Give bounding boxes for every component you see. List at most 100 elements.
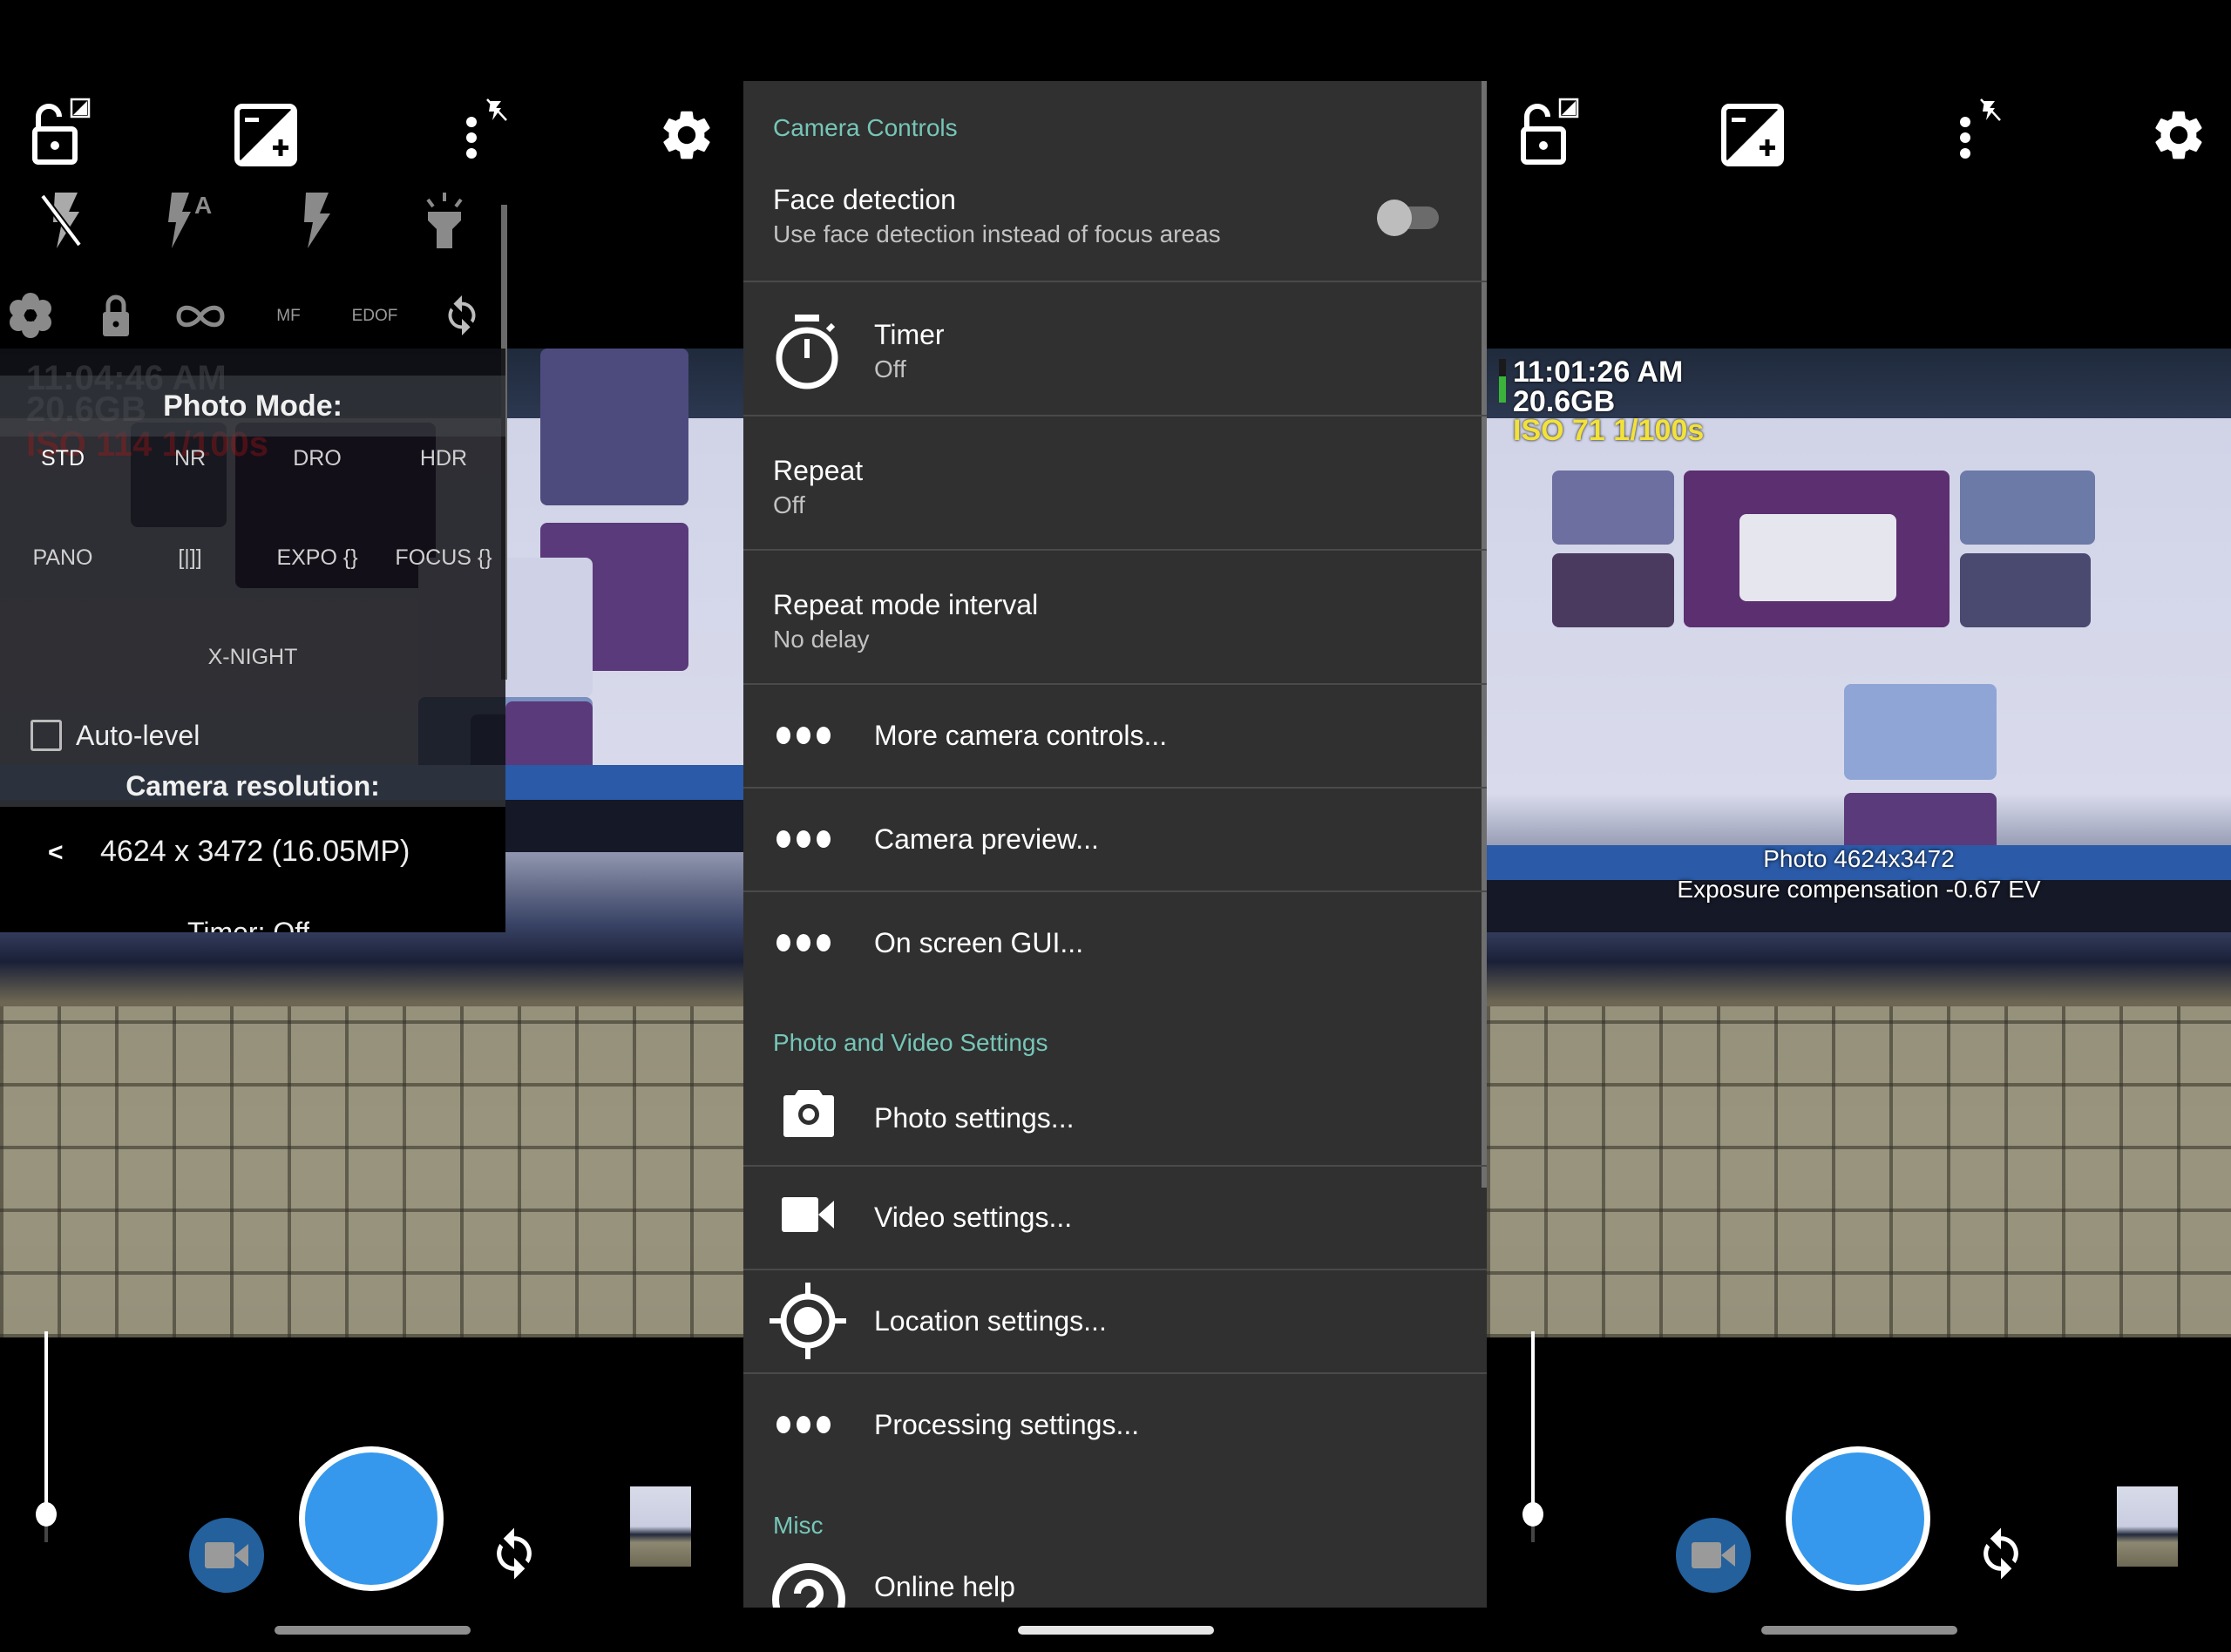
more-dots-icon (776, 1416, 831, 1433)
preview-bluetooth-card (1844, 684, 1997, 780)
switch-camera-icon[interactable] (484, 1523, 545, 1584)
photo-settings-row[interactable]: Photo settings... (743, 1074, 1487, 1165)
photo-mode-popup: 11:04:46 AM 20.6GB ISO 114 1/100s Photo … (0, 349, 505, 932)
zoom-slider-thumb[interactable] (36, 1502, 57, 1527)
settings-gear-icon[interactable] (2144, 100, 2214, 170)
more-dots-icon (776, 934, 831, 951)
popup-menu-icon[interactable] (453, 96, 514, 166)
preview-keyboard (1487, 1006, 2231, 1337)
photo-mode-panorama-bracket[interactable]: [|]] (178, 545, 201, 571)
face-detection-toggle-thumb[interactable] (1377, 200, 1412, 236)
more-camera-controls-row[interactable]: More camera controls... (743, 685, 1487, 787)
edof-button[interactable]: EDOF (352, 307, 398, 326)
zoom-slider-track[interactable] (1531, 1331, 1535, 1514)
gallery-thumbnail[interactable] (2117, 1486, 2178, 1567)
video-settings-row[interactable]: Video settings... (743, 1167, 1487, 1269)
torch-icon[interactable] (410, 187, 479, 253)
photo-settings-title: Photo settings... (874, 1102, 1075, 1134)
on-screen-gui-title: On screen GUI... (874, 927, 1084, 958)
flash-on-icon[interactable] (288, 187, 349, 253)
video-camera-icon (782, 1193, 836, 1236)
preview-card (1960, 553, 2091, 627)
repeat-row[interactable]: Repeat Off (743, 416, 1487, 549)
online-help-row[interactable]: Online help (743, 1562, 1487, 1608)
timer-value: Off (874, 355, 906, 383)
nav-gesture-pill[interactable] (1018, 1626, 1214, 1635)
photo-mode-hdr[interactable]: HDR (420, 446, 467, 471)
popup-menu-icon[interactable] (1947, 96, 2008, 166)
photo-mode-nr[interactable]: NR (174, 446, 206, 471)
nav-gesture-pill[interactable] (275, 1626, 471, 1635)
preview-keyboard (0, 1006, 743, 1337)
flash-auto-icon[interactable]: A (157, 187, 227, 253)
exposure-lock-icon[interactable] (1515, 96, 1584, 166)
face-detection-row[interactable]: Face detection Use face detection instea… (743, 168, 1487, 281)
repeat-interval-value: No delay (773, 626, 870, 653)
location-icon (766, 1279, 850, 1363)
hud-time: 11:01:26 AM (1513, 355, 1684, 389)
photo-mode-x-night[interactable]: X-NIGHT (208, 645, 298, 670)
nav-gesture-pill[interactable] (1761, 1626, 1957, 1635)
photo-mode-dro[interactable]: DRO (293, 446, 342, 471)
online-help-title: Online help (874, 1571, 1015, 1602)
more-dots-icon (776, 727, 831, 744)
resolution-prev-arrow[interactable]: < (48, 838, 64, 868)
repeat-value: Off (773, 491, 805, 518)
camera-panel-right: 11:01:26 AM 20.6GB ISO 71 1/100s Photo 4… (1487, 0, 2231, 1652)
shutter-button-inner (1792, 1452, 1924, 1585)
preview-card (1552, 553, 1674, 627)
camera-preview-row[interactable]: Camera preview... (743, 789, 1487, 890)
timer-row[interactable]: Timer Off (743, 282, 1487, 415)
preview-card (1960, 471, 2095, 545)
timer-option-partial[interactable]: Timer: Off (187, 917, 309, 932)
face-detection-subtitle: Use face detection instead of focus area… (773, 220, 1221, 247)
flash-off-icon[interactable] (26, 187, 96, 253)
zoom-slider-thumb[interactable] (1522, 1502, 1543, 1527)
photo-mode-focus-bracket[interactable]: FOCUS {} (395, 545, 492, 571)
settings-gear-icon[interactable] (652, 100, 722, 170)
hud-iso-shutter: ISO 71 1/100s (1513, 414, 1705, 447)
exposure-compensation-icon[interactable] (231, 100, 301, 170)
photo-mode-std[interactable]: STD (41, 446, 85, 471)
help-icon (770, 1562, 848, 1608)
location-settings-row[interactable]: Location settings... (743, 1270, 1487, 1372)
category-misc: Misc (773, 1512, 824, 1539)
zoom-slider-track[interactable] (44, 1331, 48, 1514)
infinity-focus-icon[interactable] (170, 292, 231, 340)
preview-card (1552, 471, 1674, 545)
camera-preview[interactable] (1487, 349, 2231, 1337)
photo-mode-title: Photo Mode: (0, 376, 505, 437)
resolution-value: 4624 x 3472 (16.05MP) (100, 835, 410, 868)
battery-level (1499, 376, 1506, 403)
video-record-button[interactable] (1676, 1518, 1751, 1593)
photo-mode-expo-bracket[interactable]: EXPO {} (276, 545, 357, 571)
lock-icon[interactable] (96, 288, 135, 343)
face-detection-title: Face detection (773, 184, 956, 215)
on-screen-gui-row[interactable]: On screen GUI... (743, 892, 1487, 994)
repeat-mode-interval-row[interactable]: Repeat mode interval No delay (743, 551, 1487, 683)
resolution-row-bg (0, 807, 505, 932)
auto-level-checkbox[interactable] (31, 720, 62, 751)
white-balance-flower-icon[interactable] (4, 288, 57, 343)
exposure-lock-icon[interactable] (26, 96, 96, 166)
exposure-compensation-icon[interactable] (1718, 100, 1787, 170)
switch-camera-sync-icon[interactable] (436, 288, 488, 343)
shutter-button[interactable] (1786, 1446, 1930, 1591)
repeat-interval-title: Repeat mode interval (773, 589, 1039, 620)
switch-camera-icon[interactable] (1970, 1523, 2031, 1584)
battery-indicator (1499, 359, 1506, 403)
processing-settings-row[interactable]: Processing settings... (743, 1374, 1487, 1476)
processing-settings-title: Processing settings... (874, 1409, 1140, 1440)
photo-mode-pano[interactable]: PANO (33, 545, 93, 571)
category-photo-video-settings: Photo and Video Settings (773, 1029, 1048, 1056)
more-dots-icon (776, 830, 831, 848)
manual-focus-button[interactable]: MF (276, 307, 300, 326)
camera-preview-title: Camera preview... (874, 823, 1099, 855)
video-settings-title: Video settings... (874, 1202, 1073, 1233)
hud-storage: 20.6GB (1513, 385, 1616, 418)
gallery-thumbnail[interactable] (630, 1486, 691, 1567)
auto-level-label[interactable]: Auto-level (76, 720, 200, 752)
video-record-button[interactable] (189, 1518, 264, 1593)
preview-card (1739, 514, 1896, 601)
shutter-button[interactable] (299, 1446, 444, 1591)
